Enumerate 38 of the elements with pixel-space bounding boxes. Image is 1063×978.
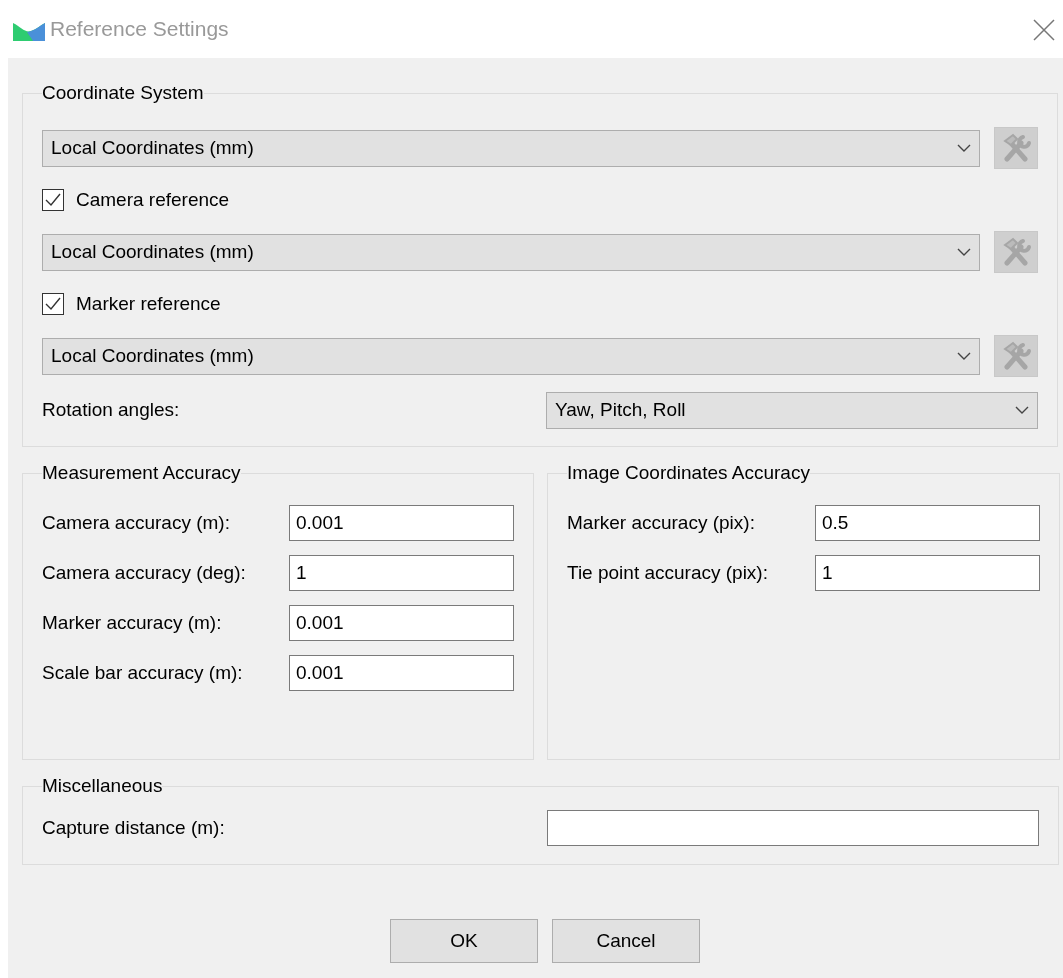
input-field[interactable]: 0.001 [289,605,514,641]
field-label: Camera accuracy (deg): [42,562,247,584]
tools-button[interactable] [994,335,1038,377]
cancel-button[interactable]: Cancel [552,919,700,963]
input-field[interactable]: 0.001 [289,655,514,691]
field-label: Scale bar accuracy (m): [42,662,244,684]
field-label: Rotation angles: [42,399,180,421]
dropdown[interactable]: Yaw, Pitch, Roll [546,391,1038,429]
input-field[interactable]: 0.001 [289,505,514,541]
group-title: Miscellaneous [42,774,163,798]
group-title: Image Coordinates Accuracy [567,461,810,485]
checkbox[interactable]: Marker reference [42,293,221,315]
dropdown[interactable]: Local Coordinates (mm) [42,129,980,167]
group-title: Coordinate System [42,81,204,105]
dropdown[interactable]: Local Coordinates (mm) [42,337,980,375]
tools-button[interactable] [994,231,1038,273]
chevron-down-icon [1015,406,1029,414]
field-label: Tie point accuracy (pix): [567,562,769,584]
input-field[interactable]: 1 [289,555,514,591]
input-field[interactable]: 0.5 [815,505,1040,541]
window-title: Reference Settings [50,17,229,41]
chevron-down-icon [957,144,971,152]
chevron-down-icon [957,248,971,256]
field-label: Camera accuracy (m): [42,512,231,534]
input-field[interactable] [547,810,1039,846]
group-title: Measurement Accuracy [42,461,241,485]
ok-button[interactable]: OK [390,919,538,963]
field-label: Capture distance (m): [42,817,226,839]
chevron-down-icon [957,352,971,360]
input-field[interactable]: 1 [815,555,1040,591]
check-icon [45,297,61,311]
check-icon [45,193,61,207]
field-label: Marker accuracy (pix): [567,512,756,534]
field-label: Marker accuracy (m): [42,612,223,634]
close-icon[interactable] [1033,19,1055,41]
dropdown[interactable]: Local Coordinates (mm) [42,233,980,271]
tools-button[interactable] [994,127,1038,169]
checkbox[interactable]: Camera reference [42,189,230,211]
